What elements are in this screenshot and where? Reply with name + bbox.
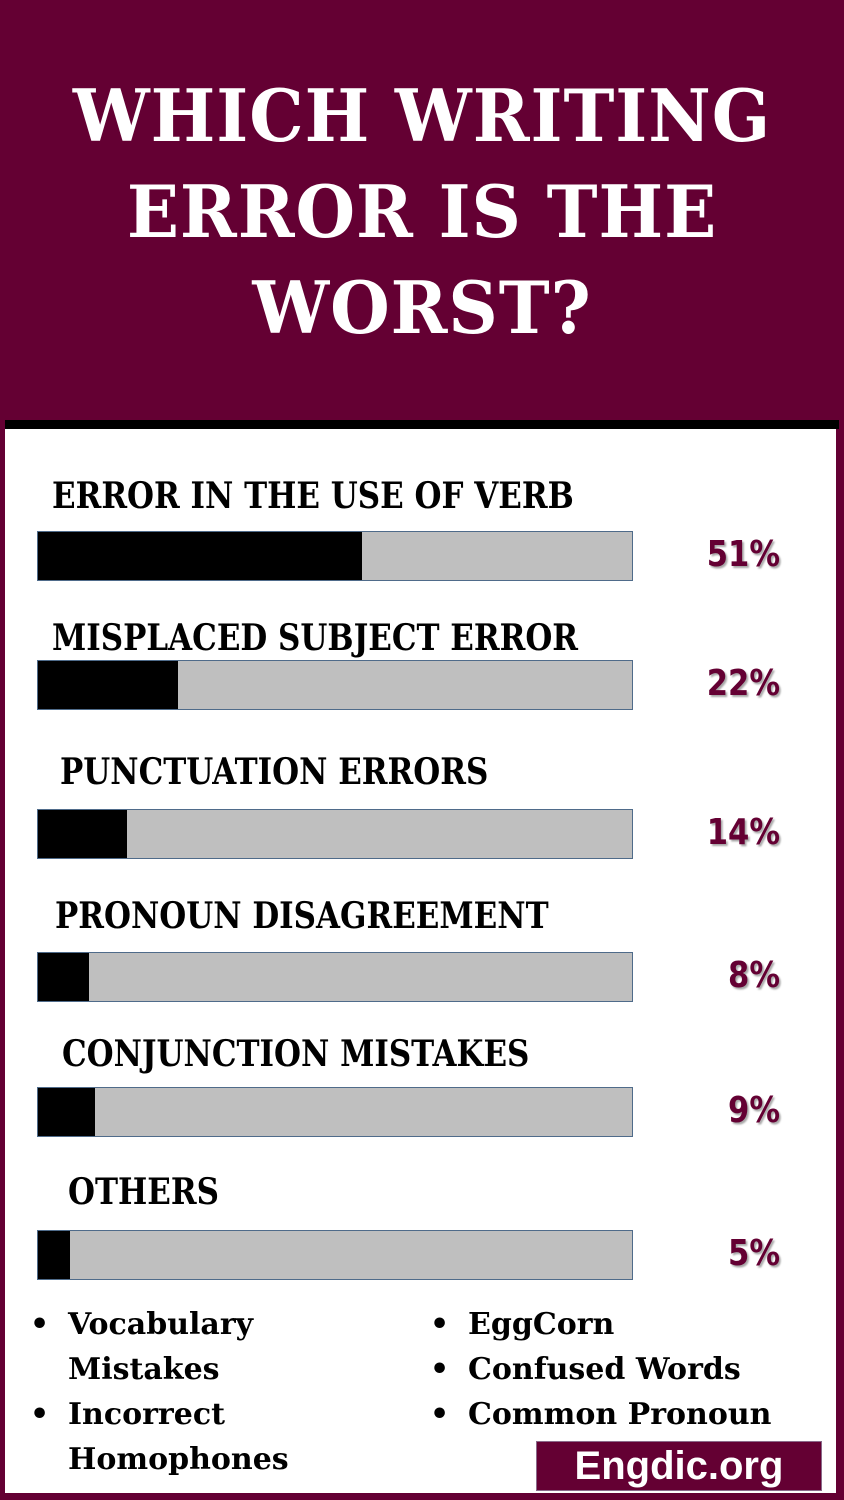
bullet-icon: •: [430, 1307, 450, 1342]
bar-track: [37, 660, 633, 710]
bar-fill: [38, 1088, 96, 1136]
others-list-right: • EggCorn • Confused Words • Common Pron…: [430, 1302, 771, 1437]
others-item-label: Vocabulary Mistakes: [68, 1307, 254, 1387]
bar-track: [37, 531, 633, 581]
percent-label: 14%: [706, 812, 780, 853]
others-item: • Vocabulary Mistakes: [30, 1302, 328, 1392]
bullet-icon: •: [430, 1397, 450, 1432]
header-banner: WHICH WRITING ERROR IS THE WORST?: [0, 0, 844, 420]
bar-track: [37, 1087, 633, 1137]
title-line-2: ERROR IS THE: [126, 169, 718, 254]
others-item-label: Common Pronoun: [468, 1397, 772, 1432]
category-label: PRONOUN DISAGREEMENT: [55, 895, 549, 937]
others-item: • Confused Words: [430, 1347, 771, 1392]
bar-track: [37, 1230, 633, 1280]
percent-label: 5%: [728, 1233, 780, 1274]
category-label: PUNCTUATION ERRORS: [60, 751, 489, 793]
bar-track: [37, 809, 633, 859]
percent-label: 51%: [706, 534, 780, 575]
others-item-label: EggCorn: [468, 1307, 615, 1342]
bar-fill: [38, 810, 127, 858]
bar-fill: [38, 532, 362, 580]
bar-fill: [38, 1231, 70, 1279]
others-item-label: Incorrect Homophones: [68, 1397, 289, 1477]
category-label: ERROR IN THE USE OF VERB: [52, 475, 574, 517]
others-item: • Incorrect Homophones: [30, 1392, 328, 1482]
bar-fill: [38, 953, 89, 1001]
bullet-icon: •: [30, 1397, 50, 1432]
title-line-1: WHICH WRITING: [72, 73, 772, 158]
bar-fill: [38, 661, 178, 709]
percent-label: 8%: [728, 955, 780, 996]
percent-label: 22%: [706, 663, 780, 704]
others-item: • Common Pronoun: [430, 1392, 771, 1437]
others-item-label: Confused Words: [468, 1352, 741, 1387]
category-label: OTHERS: [68, 1171, 219, 1213]
category-label: CONJUNCTION MISTAKES: [62, 1033, 530, 1075]
bullet-icon: •: [30, 1307, 50, 1342]
bar-track: [37, 952, 633, 1002]
title-line-3: WORST?: [252, 265, 592, 350]
percent-label: 9%: [728, 1090, 780, 1131]
panel-top-border: [5, 420, 839, 429]
brand-logo[interactable]: Engdic.org: [536, 1441, 822, 1491]
others-list-left: • Vocabulary Mistakes • Incorrect Homoph…: [30, 1302, 328, 1482]
bullet-icon: •: [430, 1352, 450, 1387]
others-item: • EggCorn: [430, 1302, 771, 1347]
category-label: MISPLACED SUBJECT ERROR: [52, 617, 579, 659]
